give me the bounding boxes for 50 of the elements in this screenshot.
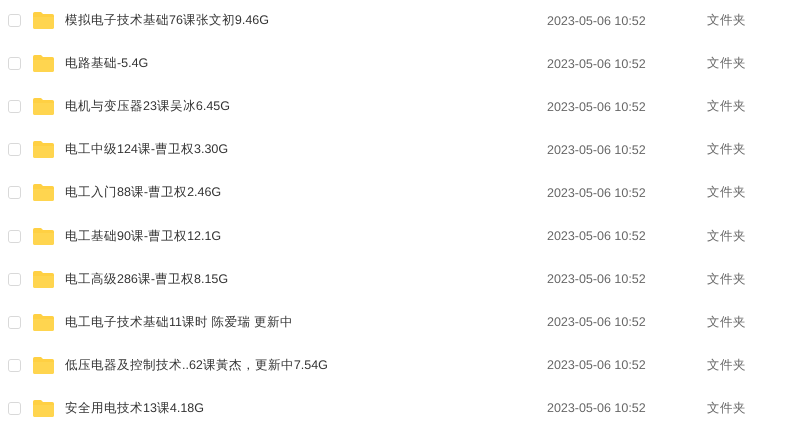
file-name[interactable]: 安全用电技术13课4.18G xyxy=(65,400,547,417)
folder-icon xyxy=(33,12,54,30)
file-type: 文件夹 xyxy=(707,12,746,30)
modified-date: 2023-05-06 10:52 xyxy=(547,14,647,28)
folder-icon xyxy=(33,270,54,288)
file-name[interactable]: 电工中级124课-曹卫权3.30G xyxy=(65,141,547,158)
checkbox[interactable] xyxy=(8,358,21,372)
checkbox[interactable] xyxy=(8,14,21,28)
folder-icon xyxy=(33,356,54,374)
file-type: 文件夹 xyxy=(707,55,746,72)
file-name[interactable]: 电工电子技术基础11课时 陈爱瑞 更新中 xyxy=(65,314,547,331)
folder-icon xyxy=(33,55,54,72)
file-name[interactable]: 电路基础-5.4G xyxy=(65,55,547,72)
file-type: 文件夹 xyxy=(707,141,746,158)
folder-icon xyxy=(33,400,54,417)
modified-date: 2023-05-06 10:52 xyxy=(547,100,647,114)
modified-date: 2023-05-06 10:52 xyxy=(547,229,647,244)
folder-icon xyxy=(33,314,54,331)
modified-date: 2023-05-06 10:52 xyxy=(547,142,647,157)
file-name[interactable]: 模拟电子技术基础76课张文初9.46G xyxy=(65,12,547,30)
folder-icon xyxy=(33,184,54,202)
modified-date: 2023-05-06 10:52 xyxy=(547,401,647,416)
file-type: 文件夹 xyxy=(707,314,746,331)
modified-date: 2023-05-06 10:52 xyxy=(547,358,647,372)
file-name[interactable]: 电工高级286课-曹卫权8.15G xyxy=(65,270,547,288)
checkbox[interactable] xyxy=(8,186,21,200)
checkbox[interactable] xyxy=(8,402,21,415)
checkbox[interactable] xyxy=(8,272,21,286)
file-type: 文件夹 xyxy=(707,98,746,116)
file-name[interactable]: 低压电器及控制技术..62课黃杰，更新中7.54G xyxy=(65,356,547,374)
checkbox[interactable] xyxy=(8,143,21,156)
checkbox[interactable] xyxy=(8,57,21,70)
checkbox[interactable] xyxy=(8,230,21,243)
modified-date: 2023-05-06 10:52 xyxy=(547,186,647,200)
file-name[interactable]: 电工入门88课-曹卫权2.46G xyxy=(65,184,547,202)
modified-date: 2023-05-06 10:52 xyxy=(547,315,647,330)
file-name[interactable]: 电机与变压器23课吴冰6.45G xyxy=(65,98,547,116)
file-type: 文件夹 xyxy=(707,270,746,288)
file-type: 文件夹 xyxy=(707,400,746,417)
file-type: 文件夹 xyxy=(707,184,746,202)
folder-icon xyxy=(33,98,54,116)
checkbox[interactable] xyxy=(8,316,21,329)
file-type: 文件夹 xyxy=(707,228,746,245)
modified-date: 2023-05-06 10:52 xyxy=(547,272,647,286)
folder-icon xyxy=(33,228,54,245)
checkbox[interactable] xyxy=(8,100,21,114)
file-type: 文件夹 xyxy=(707,356,746,374)
folder-icon xyxy=(33,141,54,158)
modified-date: 2023-05-06 10:52 xyxy=(547,56,647,71)
file-name[interactable]: 电工基础90课-曹卫权12.1G xyxy=(65,228,547,245)
